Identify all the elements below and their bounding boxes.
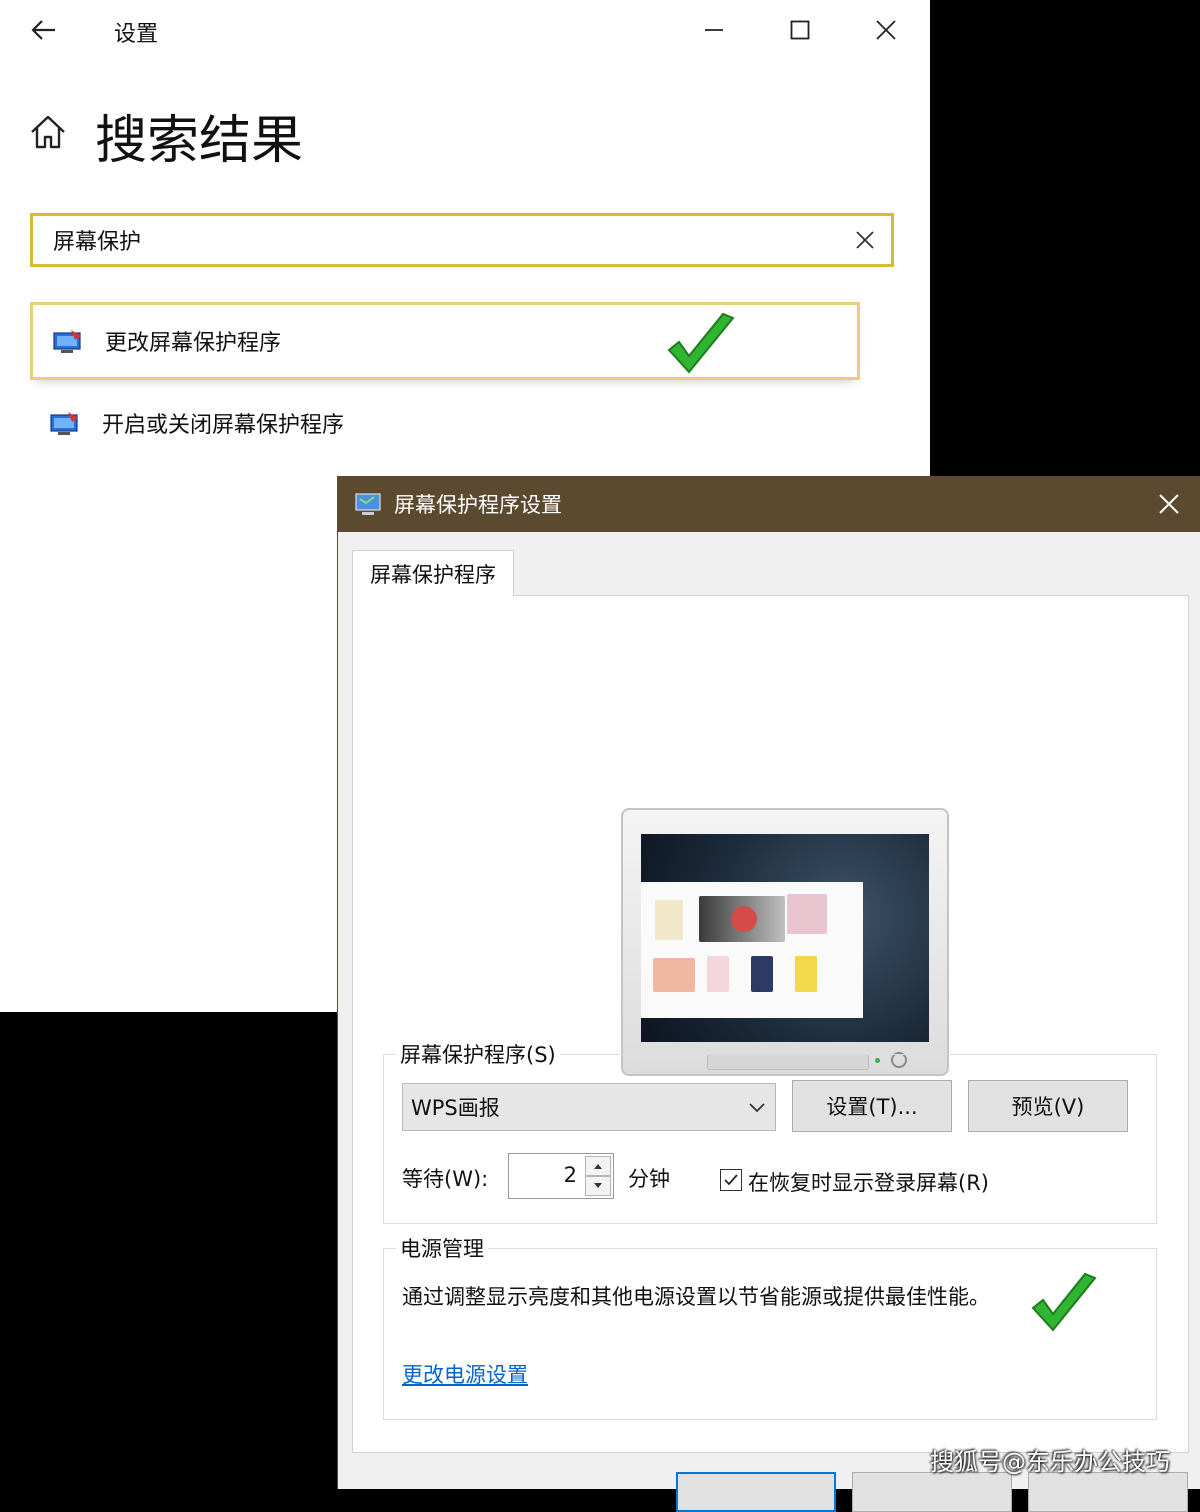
power-group-label: 电源管理 <box>396 1233 488 1263</box>
close-icon <box>1159 494 1179 514</box>
chevron-up-icon <box>594 1164 602 1169</box>
ok-button[interactable] <box>676 1472 836 1512</box>
search-box[interactable] <box>30 213 894 267</box>
power-management-group: 电源管理 通过调整显示亮度和其他电源设置以节省能源或提供最佳性能。 更改电源设置 <box>383 1233 1157 1420</box>
dialog-titlebar: 屏幕保护程序设置 <box>338 476 1200 532</box>
screensaver-select[interactable]: WPS画报 <box>402 1083 776 1131</box>
change-power-settings-link[interactable]: 更改电源设置 <box>402 1359 528 1389</box>
screensaver-settings-button[interactable]: 设置(T)... <box>792 1080 952 1132</box>
search-result-item[interactable]: 开启或关闭屏幕保护程序 <box>30 384 860 462</box>
dialog-close-button[interactable] <box>1149 484 1189 524</box>
minutes-unit-label: 分钟 <box>628 1167 670 1191</box>
wait-minutes-stepper[interactable]: 2 <box>508 1153 614 1199</box>
close-icon <box>876 20 896 40</box>
preview-screen <box>641 834 929 1042</box>
screensaver-select-value: WPS画报 <box>411 1096 500 1120</box>
spin-up-button[interactable] <box>585 1156 611 1176</box>
minimize-icon <box>705 29 723 31</box>
screensaver-icon <box>355 493 381 515</box>
screensaver-group-label: 屏幕保护程序(S) <box>396 1039 560 1069</box>
watermark: 搜狐号@东乐办公技巧 <box>930 1448 1170 1476</box>
clear-icon <box>856 231 874 249</box>
spin-down-button[interactable] <box>585 1176 611 1196</box>
wait-value[interactable]: 2 <box>564 1163 577 1187</box>
check-mark-icon <box>667 312 735 374</box>
tab-panel: 屏幕保护程序(S) WPS画报 设置(T)... 预览(V) 等待(W): 2 … <box>352 595 1189 1453</box>
screensaver-settings-dialog: 屏幕保护程序设置 屏幕保护程序 屏幕保护程序(S) WPS画报 设置(T)...… <box>337 476 1200 1512</box>
screensaver-icon <box>50 412 78 435</box>
home-icon[interactable] <box>28 112 68 152</box>
monitor-preview <box>621 808 949 1076</box>
cancel-button[interactable] <box>852 1472 1012 1512</box>
resume-logon-checkbox[interactable] <box>720 1169 742 1191</box>
search-result-label: 开启或关闭屏幕保护程序 <box>102 413 345 438</box>
maximize-button[interactable] <box>780 10 820 50</box>
screensaver-icon <box>53 330 81 353</box>
minimize-button[interactable] <box>694 10 734 50</box>
apply-button[interactable] <box>1028 1472 1188 1512</box>
page-title: 搜索结果 <box>95 111 304 171</box>
screensaver-group: 屏幕保护程序(S) WPS画报 设置(T)... 预览(V) 等待(W): 2 … <box>383 1039 1157 1224</box>
resume-logon-label[interactable]: 在恢复时显示登录屏幕(R) <box>748 1167 989 1197</box>
maximize-icon <box>790 20 810 40</box>
back-button[interactable] <box>24 10 64 50</box>
power-description: 通过调整显示亮度和其他电源设置以节省能源或提供最佳性能。 <box>402 1285 990 1309</box>
app-title: 设置 <box>114 22 159 47</box>
chevron-down-icon <box>749 1103 765 1113</box>
preview-window <box>641 882 863 1018</box>
clear-search-button[interactable] <box>845 220 885 260</box>
preview-button[interactable]: 预览(V) <box>968 1080 1128 1132</box>
back-arrow-icon <box>31 20 55 40</box>
search-result-label: 更改屏幕保护程序 <box>105 331 282 356</box>
chevron-down-icon <box>594 1183 602 1188</box>
checkbox-check-icon <box>724 1174 738 1186</box>
search-input[interactable] <box>51 226 845 254</box>
close-button[interactable] <box>866 10 906 50</box>
tab-screensaver[interactable]: 屏幕保护程序 <box>352 550 514 596</box>
dialog-title: 屏幕保护程序设置 <box>394 493 562 517</box>
wait-label: 等待(W): <box>402 1167 489 1191</box>
